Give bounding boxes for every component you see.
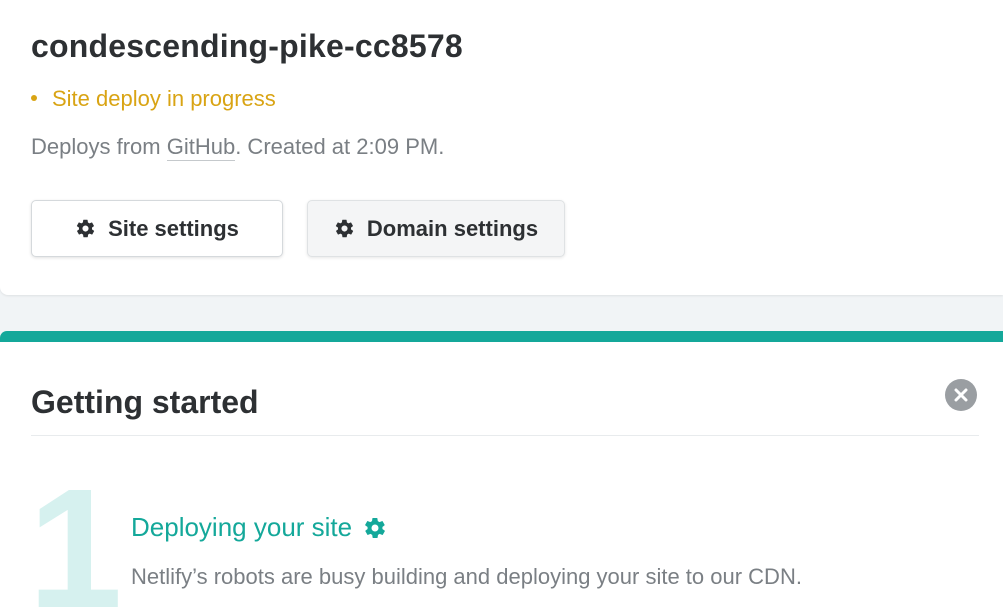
step-title[interactable]: Deploying your site: [131, 512, 387, 543]
step-title-text: Deploying your site: [131, 512, 353, 542]
deploy-meta: Deploys from GitHub. Created at 2:09 PM.: [31, 134, 445, 161]
close-icon: [954, 388, 968, 402]
site-settings-button[interactable]: Site settings: [31, 200, 283, 257]
site-settings-label: Site settings: [108, 215, 239, 241]
getting-started-title: Getting started: [31, 384, 259, 420]
deploy-meta-suffix: . Created at 2:09 PM.: [235, 134, 445, 159]
page: condescending-pike-cc8578 Site deploy in…: [0, 0, 1003, 612]
step-description: Netlify’s robots are busy building and d…: [131, 564, 802, 589]
getting-started-card: Getting started 1 Deploying your site Ne…: [0, 331, 1003, 612]
gear-icon: [335, 219, 354, 238]
close-button[interactable]: [945, 379, 977, 411]
gear-icon: [365, 517, 385, 538]
deploy-status: Site deploy in progress: [31, 86, 276, 112]
deploy-status-text: Site deploy in progress: [52, 86, 276, 111]
divider: [31, 435, 979, 436]
github-link[interactable]: GitHub: [166, 134, 236, 161]
status-dot-icon: [31, 95, 37, 102]
step-number: 1: [28, 454, 123, 612]
domain-settings-label: Domain settings: [366, 215, 539, 241]
site-overview-card: condescending-pike-cc8578 Site deploy in…: [0, 0, 1003, 295]
domain-settings-button[interactable]: Domain settings: [307, 200, 565, 257]
gear-icon: [76, 219, 95, 238]
deploy-meta-prefix: Deploys from: [31, 134, 167, 159]
site-name: condescending-pike-cc8578: [31, 28, 463, 64]
